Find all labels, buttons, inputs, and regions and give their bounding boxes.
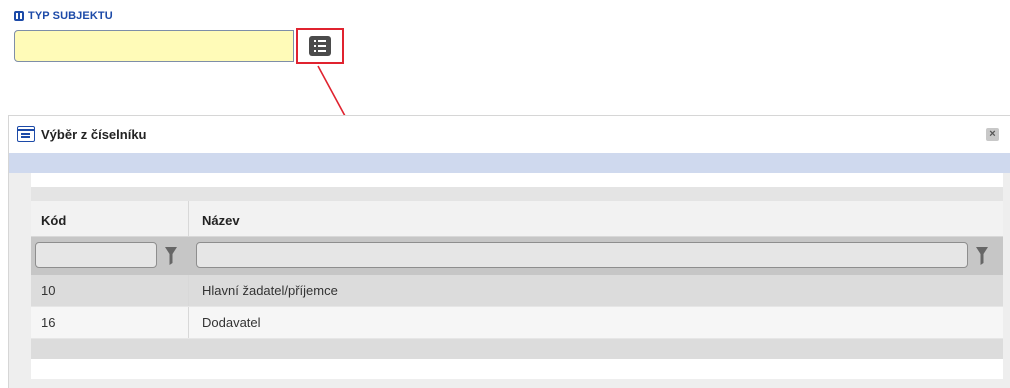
cell-nazev: Hlavní žadatel/příjemce [202,283,338,298]
filter-row [31,237,1003,275]
close-icon[interactable]: × [986,128,999,141]
column-divider [188,307,189,338]
cell-nazev: Dodavatel [202,315,261,330]
dialog-header: Výběr z číselníku × [9,116,1010,152]
table-footer [31,339,1003,359]
list-window-icon [17,126,35,142]
codelist-dialog: Výběr z číselníku × Kód Název 10 Hlavní … [8,115,1010,388]
column-divider [188,201,189,236]
body-spacer [31,187,1003,201]
funnel-icon[interactable] [976,247,988,265]
dialog-title-bar [9,153,1010,173]
codelist-table: Kód Název 10 Hlavní žadatel/příjemce 16 … [31,201,1003,379]
cell-kod: 16 [41,315,56,330]
filter-kod-input[interactable] [35,242,157,268]
column-divider [188,275,189,306]
table-row[interactable]: 16 Dodavatel [31,307,1003,339]
dialog-title: Výběr z číselníku [41,127,147,142]
body-spacer [31,173,1003,187]
funnel-icon[interactable] [165,247,177,265]
dialog-body: Kód Název 10 Hlavní žadatel/příjemce 16 … [9,173,1010,388]
table-header: Kód Název [31,201,1003,237]
column-header-kod[interactable]: Kód [41,213,66,228]
column-header-nazev[interactable]: Název [202,213,240,228]
filter-nazev-input[interactable] [196,242,968,268]
table-row[interactable]: 10 Hlavní žadatel/příjemce [31,275,1003,307]
cell-kod: 10 [41,283,56,298]
table-bottom [31,359,1003,379]
